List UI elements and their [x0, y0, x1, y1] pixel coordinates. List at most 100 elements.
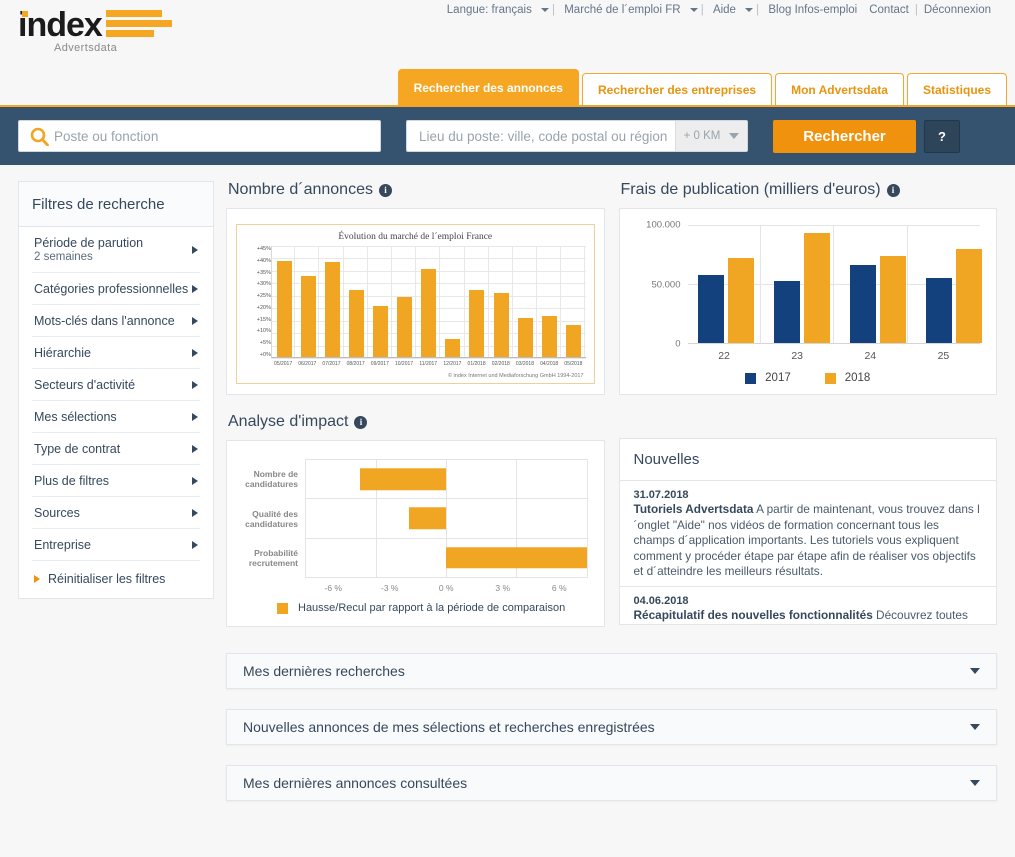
location-search-field[interactable]: + 0 KM: [406, 120, 748, 152]
chart-bar: [421, 269, 437, 357]
logo[interactable]: index Advertsdata: [18, 8, 172, 54]
chart-bar: [300, 275, 316, 357]
chart-bar: [445, 338, 461, 357]
info-icon[interactable]: i: [354, 415, 368, 429]
filter-list: Période de parution 2 semaines Catégorie…: [19, 227, 213, 598]
chart-bar: [446, 547, 587, 569]
chart-bar: [359, 468, 447, 490]
filter-label: Mots-clés dans l'annonce: [34, 314, 175, 328]
chart-bars: [306, 460, 587, 577]
panel-title-text: Analyse d'impact: [228, 413, 349, 430]
util-nav-item-langue[interactable]: Langue: français: [441, 4, 538, 16]
news-title: Nouvelles: [619, 439, 996, 481]
main-content: Nombre d´annonces i Évolution du marché …: [226, 181, 997, 821]
chart-bar: [493, 292, 509, 357]
sidebar-item-mes-selections[interactable]: Mes sélections: [32, 401, 200, 433]
chart-bar-group: [688, 225, 764, 343]
tab-mon-advertsdata[interactable]: Mon Advertsdata: [775, 73, 904, 105]
sidebar-item-periode-de-parution[interactable]: Période de parution 2 semaines: [32, 227, 200, 273]
accordion-dernieres-annonces-consultees[interactable]: Mes dernières annonces consultées: [226, 765, 997, 801]
accordion-list: Mes dernières recherches Nouvelles annon…: [226, 653, 997, 801]
info-icon[interactable]: i: [886, 183, 900, 197]
chevron-right-icon: [192, 477, 198, 485]
nav-separator: |: [697, 4, 707, 16]
chart-row: [306, 460, 587, 500]
legend-swatch-icon: [745, 372, 757, 384]
chart-x-tick: 3 %: [495, 583, 511, 593]
filter-label: Mes sélections: [34, 410, 117, 424]
chevron-right-icon: [192, 541, 198, 549]
location-input[interactable]: [407, 122, 675, 150]
util-nav-item-marche[interactable]: Marché de l´emploi FR: [558, 4, 686, 16]
chart-category-label: Nombre de candidatures: [245, 468, 298, 489]
chevron-right-icon: [192, 413, 198, 421]
legend-label: 2018: [844, 372, 871, 384]
sidebar-title: Filtres de recherche: [19, 182, 213, 227]
util-nav-item-aide[interactable]: Aide: [707, 4, 742, 16]
sidebar-item-sources[interactable]: Sources: [32, 497, 200, 529]
chevron-right-icon: [192, 509, 198, 517]
accordion-mes-dernieres-recherches[interactable]: Mes dernières recherches: [226, 653, 997, 689]
chevron-down-icon[interactable]: [744, 8, 753, 12]
sidebar-item-secteurs-activite[interactable]: Secteurs d'activité: [32, 369, 200, 401]
chart-card-impact: Nombre de candidatures Qualité des candidat…: [226, 440, 605, 627]
chart-bar: [373, 306, 388, 357]
tab-statistiques[interactable]: Statistiques: [906, 73, 1007, 105]
sidebar-item-categories-professionnelles[interactable]: Catégories professionnelles: [32, 273, 200, 305]
news-text: Récapitulatif des nouvelles fonctionnali…: [634, 608, 983, 625]
nav-separator: |: [548, 4, 559, 16]
sidebar-item-hierarchie[interactable]: Hiérarchie: [32, 337, 200, 369]
news-headline: Tutoriels Advertsdata: [633, 502, 754, 516]
chart-legend: 2017 2018: [636, 372, 981, 384]
tab-rechercher-des-entreprises[interactable]: Rechercher des entreprises: [581, 73, 773, 105]
legend-item-2017[interactable]: 2017: [745, 372, 791, 384]
info-icon[interactable]: i: [378, 183, 392, 197]
chart-x-tick: -6 %: [324, 583, 342, 593]
radius-dropdown[interactable]: + 0 KM: [675, 121, 747, 151]
util-nav-item-contact[interactable]: Contact: [863, 4, 915, 16]
chevron-right-icon: [192, 246, 198, 254]
news-item[interactable]: 04.06.2018 Récapitulatif des nouvelles f…: [620, 587, 997, 625]
util-nav-item-blog[interactable]: Blog Infos-emploi: [762, 4, 863, 16]
chart-y-axis: +45% +40% +35% +30% +25% +20% +15% +10% +5% +0%: [256, 246, 271, 358]
chart-x-tick: -3 %: [381, 583, 399, 593]
chevron-right-icon: [192, 349, 198, 357]
filter-label: Secteurs d'activité: [34, 378, 136, 392]
chart-bar: [469, 290, 485, 357]
chevron-down-icon: [970, 724, 980, 730]
chart-bar: [955, 248, 982, 343]
search-input[interactable]: [52, 122, 380, 150]
help-button[interactable]: ?: [924, 119, 960, 153]
chevron-down-icon[interactable]: [540, 8, 549, 12]
sidebar-item-plus-de-filtres[interactable]: Plus de filtres: [32, 465, 200, 497]
tab-rechercher-des-annonces[interactable]: Rechercher des annonces: [397, 69, 579, 105]
chart-bar: [773, 281, 800, 343]
legend-item-2018[interactable]: 2018: [824, 372, 871, 384]
sidebar-item-entreprise[interactable]: Entreprise: [32, 529, 200, 561]
news-item[interactable]: 31.07.2018 Tutoriels Advertsdata A parti…: [619, 481, 996, 587]
news-list: 31.07.2018 Tutoriels Advertsdata A parti…: [619, 481, 997, 625]
chart-x-tick: 6 %: [551, 583, 567, 593]
job-search-field[interactable]: [18, 120, 381, 152]
accordion-nouvelles-annonces[interactable]: Nouvelles annonces de mes sélections et …: [226, 709, 997, 745]
chart-bar: [276, 260, 292, 357]
search-icon: [26, 126, 52, 146]
reset-filters-button[interactable]: Réinitialiser les filtres: [32, 561, 200, 598]
chart-x-tick: 0 %: [438, 583, 454, 593]
util-nav-item-deconnexion[interactable]: Déconnexion: [918, 4, 997, 16]
sidebar-item-type-de-contrat[interactable]: Type de contrat: [32, 433, 200, 465]
chart-category-label: Qualité des candidatures: [245, 508, 298, 529]
chevron-right-icon: [192, 317, 198, 325]
chevron-down-icon[interactable]: [689, 8, 698, 12]
panel-title: Nombre d´annonces i: [228, 181, 605, 199]
dashboard-row-2: Analyse d'impact i Nombre de candidatures…: [226, 413, 997, 627]
legend-swatch-icon: [824, 372, 836, 384]
panel-nombre-d-annonces: Nombre d´annonces i Évolution du marché …: [226, 181, 605, 395]
chart-x-axis: 22 23 24 25: [718, 350, 950, 362]
chart-bar: [541, 316, 557, 357]
search-submit-button[interactable]: Rechercher: [773, 119, 916, 153]
sidebar-item-mots-cles[interactable]: Mots-clés dans l'annonce: [32, 305, 200, 337]
filter-value: 2 semaines: [34, 251, 93, 263]
chart-row: [306, 499, 587, 539]
chart-bar: [879, 255, 906, 343]
